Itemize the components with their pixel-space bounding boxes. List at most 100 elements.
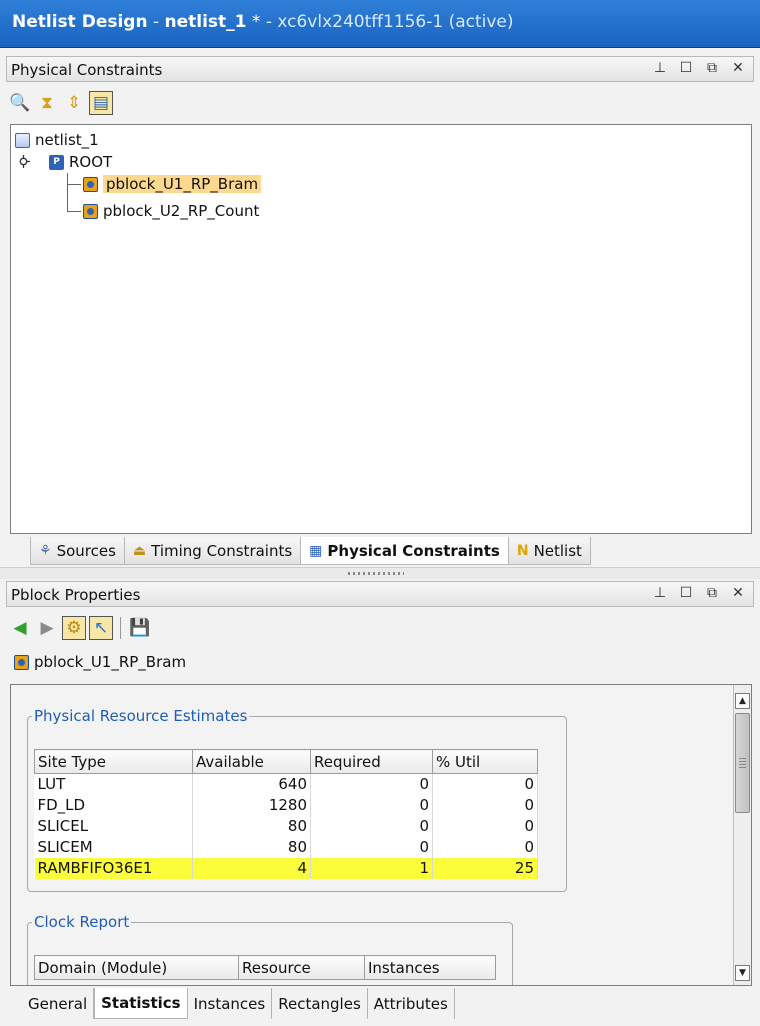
required-cell: 0 [310,794,433,816]
tab-label: Netlist [533,541,582,560]
back-arrow-icon[interactable]: ◀ [8,616,32,640]
tab-physical-constraints[interactable]: ▦ Physical Constraints [300,537,509,565]
tab-general[interactable]: General [22,988,95,1019]
selected-pblock: pblock_U1_RP_Bram [14,651,186,673]
column-header[interactable]: Site Type [34,749,193,774]
tab-rectangles[interactable]: Rectangles [272,988,368,1019]
close-icon[interactable]: ✕ [731,585,745,601]
tree-node-netlist[interactable]: netlist_1 [15,129,99,151]
column-header[interactable]: Resource [238,955,365,980]
tab-label: Sources [56,541,116,560]
tab-timing-constraints[interactable]: ⏏ Timing Constraints [123,537,302,565]
tree-node-pblock[interactable]: pblock_U1_RP_Bram [83,173,262,195]
panel-title: Physical Constraints [11,61,163,79]
expand-all-icon[interactable]: ⇕ [62,91,86,115]
partition-icon: P [49,154,64,170]
collapse-all-icon[interactable]: ⧗ [35,91,59,115]
pblock-icon [83,176,98,192]
util-cell: 0 [432,815,538,837]
table-row-highlighted[interactable]: RAMBFIFO36E1 4 1 25 [34,857,538,879]
available-cell: 4 [192,857,311,879]
physical-constraints-header: Physical Constraints ⊥ ☐ ⧉ ✕ [6,56,754,82]
available-cell: 1280 [192,794,311,816]
maximize-icon[interactable]: ☐ [679,585,693,601]
required-cell: 0 [310,815,433,837]
util-cell: 0 [432,794,538,816]
table-row[interactable]: LUT 640 0 0 [34,773,538,795]
maximize-icon[interactable]: ☐ [679,60,693,76]
tree-connector [67,173,68,212]
timing-icon: ⏏ [132,542,147,559]
table-header-row: Site Type Available Required % Util [34,749,538,774]
tree-node-label: ROOT [69,153,113,171]
tab-label: Physical Constraints [327,541,500,560]
scroll-thumb[interactable] [735,713,750,813]
tab-label: Timing Constraints [151,541,293,560]
selection-cursor-icon[interactable]: ↖ [89,616,113,640]
site-type-cell: FD_LD [34,794,193,816]
tree-node-label: pblock_U2_RP_Count [103,202,260,220]
tab-attributes[interactable]: Attributes [368,988,455,1019]
clock-report-table: Domain (Module) Resource Instances [34,955,496,980]
auto-update-icon[interactable]: ⚙ [62,616,86,640]
tab-statistics[interactable]: Statistics [94,988,188,1019]
pblock-icon [14,654,29,670]
expand-toggle-icon[interactable] [17,155,30,168]
required-cell: 0 [310,836,433,858]
pblock-statistics-view: Physical Resource Estimates Site Type Av… [10,684,752,986]
title-separator: - [260,12,278,32]
physical-resource-estimates-group: Physical Resource Estimates Site Type Av… [27,707,567,892]
scroll-down-icon[interactable]: ▼ [735,965,750,981]
column-header[interactable]: Available [192,749,311,774]
search-icon[interactable]: 🔍 [8,91,32,115]
pblock-properties-header: Pblock Properties ⊥ ☐ ⧉ ✕ [6,581,754,607]
group-legend: Physical Resource Estimates [34,707,248,725]
scroll-up-icon[interactable]: ▲ [735,693,750,709]
available-cell: 80 [192,836,311,858]
tab-instances[interactable]: Instances [188,988,273,1019]
title-file: netlist_1 [164,12,247,32]
site-type-cell: SLICEL [34,815,193,837]
splitter-grip[interactable] [348,572,404,575]
tree-node-pblock[interactable]: pblock_U2_RP_Count [83,200,259,222]
netlist-icon [15,132,30,148]
table-row[interactable]: SLICEL 80 0 0 [34,815,538,837]
column-header[interactable]: Domain (Module) [34,955,239,980]
save-icon[interactable]: 💾 [128,616,152,640]
site-type-cell: RAMBFIFO36E1 [34,857,193,879]
table-row[interactable]: FD_LD 1280 0 0 [34,794,538,816]
tree-connector [67,211,81,212]
available-cell: 640 [192,773,311,795]
view-tabs: ⚘ Sources ⏏ Timing Constraints ▦ Physica… [30,537,591,565]
tab-sources[interactable]: ⚘ Sources [30,537,125,565]
tab-netlist[interactable]: N Netlist [507,537,591,565]
pin-icon[interactable]: ⊥ [653,60,667,76]
pblock-properties-toolbar: ◀ ▶ ⚙ ↖ 💾 [8,613,152,643]
pin-icon[interactable]: ⊥ [653,585,667,601]
column-header[interactable]: % Util [432,749,538,774]
restore-icon[interactable]: ⧉ [705,60,719,76]
util-cell: 25 [432,857,538,879]
panel-title: Pblock Properties [11,586,141,604]
required-cell: 0 [310,773,433,795]
sources-icon: ⚘ [39,542,52,559]
restore-icon[interactable]: ⧉ [705,585,719,601]
title-design: Netlist Design [12,12,148,32]
clock-report-group: Clock Report Domain (Module) Resource In… [27,913,513,985]
tree-node-label: netlist_1 [35,131,99,149]
close-icon[interactable]: ✕ [731,60,745,76]
util-cell: 0 [432,773,538,795]
title-modified-mark: * [246,12,261,32]
table-row[interactable]: SLICEM 80 0 0 [34,836,538,858]
tree-node-root[interactable]: P ROOT [49,151,112,173]
selected-pblock-name: pblock_U1_RP_Bram [34,653,187,671]
tree-node-label: pblock_U1_RP_Bram [103,175,262,193]
netlist-n-icon: N [516,542,529,559]
forward-arrow-icon[interactable]: ▶ [35,616,59,640]
panel-splitter[interactable] [0,567,760,579]
column-header[interactable]: Instances [364,955,496,980]
column-header[interactable]: Required [310,749,433,774]
show-instances-toggle-icon[interactable]: ▤ [89,91,113,115]
resource-estimates-table: Site Type Available Required % Util LUT … [34,749,538,879]
vertical-scrollbar[interactable]: ▲ ▼ [733,685,751,985]
